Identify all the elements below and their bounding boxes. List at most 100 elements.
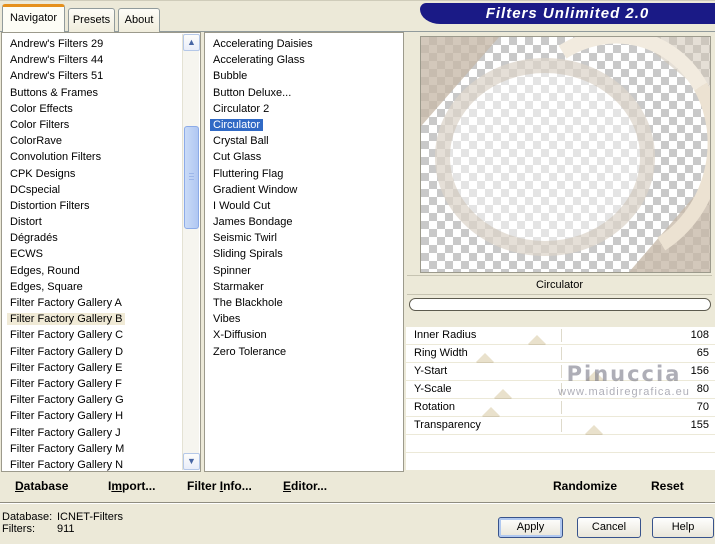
list-item[interactable]: Sliding Spirals	[205, 246, 403, 262]
scrollbar-thumb[interactable]	[184, 126, 199, 229]
list-item[interactable]: Fluttering Flag	[205, 166, 403, 182]
parameter-sliders: Inner Radius 108 Ring Width 65 Y-Start 156 Y-S…	[406, 327, 715, 471]
list-item[interactable]: ColorRave	[2, 133, 200, 149]
filter-listbox: Accelerating Daisies Accelerating Glass Bu…	[204, 32, 404, 472]
apply-button[interactable]: Apply	[498, 517, 563, 538]
slider-value: 65	[696, 347, 709, 359]
import-button[interactable]: Import...	[108, 479, 155, 493]
filter-list: Accelerating Daisies Accelerating Glass Bu…	[205, 33, 403, 360]
slider-center-tick	[560, 401, 562, 414]
filter-info-button[interactable]: Filter Info...	[187, 479, 252, 493]
slider-label: Transparency	[414, 419, 481, 431]
slider-row[interactable]: Y-Start 156	[406, 363, 715, 380]
list-item[interactable]: Filter Factory Gallery D	[2, 344, 200, 360]
category-list: Andrew's Filters 29 Andrew's Filters 44 An…	[2, 33, 200, 471]
list-item[interactable]: Convolution Filters	[2, 149, 200, 165]
database-button[interactable]: Database	[15, 479, 68, 493]
list-item[interactable]: CPK Designs	[2, 166, 200, 182]
reset-button[interactable]: Reset	[651, 479, 684, 493]
cancel-button[interactable]: Cancel	[577, 517, 641, 538]
slider-handle-icon[interactable]	[493, 389, 512, 398]
list-item[interactable]: Circulator	[205, 117, 403, 133]
list-item[interactable]: Filter Factory Gallery B	[2, 311, 200, 327]
list-item[interactable]: Color Effects	[2, 101, 200, 117]
list-item[interactable]: Starmaker	[205, 279, 403, 295]
slider-label: Ring Width	[414, 347, 468, 359]
list-item[interactable]: Accelerating Daisies	[205, 36, 403, 52]
list-item[interactable]: Distort	[2, 214, 200, 230]
list-item[interactable]: Circulator 2	[205, 101, 403, 117]
editor-button[interactable]: Editor...	[283, 479, 327, 493]
slider-center-tick	[560, 329, 562, 342]
list-item[interactable]: Andrew's Filters 44	[2, 52, 200, 68]
slider-value: 80	[696, 383, 709, 395]
list-item[interactable]: Filter Factory Gallery F	[2, 376, 200, 392]
list-item[interactable]: Andrew's Filters 29	[2, 36, 200, 52]
status-database-label: Database:	[2, 511, 53, 523]
slider-row[interactable]: Y-Scale 80	[406, 381, 715, 398]
list-item[interactable]: X-Diffusion	[205, 327, 403, 343]
list-item[interactable]: The Blackhole	[205, 295, 403, 311]
tab-about[interactable]: About	[118, 8, 160, 32]
list-item[interactable]: Vibes	[205, 311, 403, 327]
slider-value: 156	[690, 365, 709, 377]
list-item[interactable]: Filter Factory Gallery H	[2, 408, 200, 424]
category-listbox: Andrew's Filters 29 Andrew's Filters 44 An…	[1, 32, 201, 472]
list-item[interactable]: Filter Factory Gallery J	[2, 425, 200, 441]
list-item[interactable]: I Would Cut	[205, 198, 403, 214]
list-item[interactable]: Edges, Round	[2, 263, 200, 279]
list-item[interactable]: DCspecial	[2, 182, 200, 198]
list-item[interactable]: Seismic Twirl	[205, 230, 403, 246]
list-item[interactable]: Cut Glass	[205, 149, 403, 165]
list-item[interactable]: Spinner	[205, 263, 403, 279]
list-item[interactable]: Filter Factory Gallery G	[2, 392, 200, 408]
help-button[interactable]: Help	[652, 517, 714, 538]
list-item[interactable]: Button Deluxe...	[205, 85, 403, 101]
slider-row-empty	[406, 435, 715, 452]
slider-row[interactable]: Rotation 70	[406, 399, 715, 416]
list-item[interactable]: Andrew's Filters 51	[2, 68, 200, 84]
list-item[interactable]: Edges, Square	[2, 279, 200, 295]
slider-value: 108	[690, 329, 709, 341]
randomize-button[interactable]: Randomize	[553, 479, 617, 493]
list-item[interactable]: Filter Factory Gallery E	[2, 360, 200, 376]
list-item[interactable]: Filter Factory Gallery N	[2, 457, 200, 471]
list-item[interactable]: Distortion Filters	[2, 198, 200, 214]
list-item[interactable]: James Bondage	[205, 214, 403, 230]
filters-unlimited-dialog: Navigator Presets About Filters Unlimite…	[0, 0, 715, 544]
slider-handle-icon[interactable]	[584, 425, 603, 434]
slider-handle-icon[interactable]	[527, 335, 546, 344]
list-item[interactable]: Gradient Window	[205, 182, 403, 198]
list-item[interactable]: Bubble	[205, 68, 403, 84]
app-title-banner: Filters Unlimited 2.0	[420, 3, 715, 24]
slider-row[interactable]: Ring Width 65	[406, 345, 715, 362]
slider-row[interactable]: Transparency 155	[406, 417, 715, 434]
app-title: Filters Unlimited 2.0	[485, 5, 650, 22]
list-item[interactable]: Accelerating Glass	[205, 52, 403, 68]
slider-row[interactable]: Inner Radius 108	[406, 327, 715, 344]
list-item[interactable]: Filter Factory Gallery A	[2, 295, 200, 311]
slider-label: Y-Start	[414, 365, 448, 377]
tab-presets[interactable]: Presets	[68, 8, 115, 32]
list-item[interactable]: Dégradés	[2, 230, 200, 246]
scroll-down-icon[interactable]: ▼	[183, 453, 200, 470]
list-item[interactable]: Zero Tolerance	[205, 344, 403, 360]
status-database-value: ICNET-Filters	[57, 511, 123, 523]
slider-label: Inner Radius	[414, 329, 477, 341]
list-item[interactable]: Color Filters	[2, 117, 200, 133]
list-item[interactable]: Buttons & Frames	[2, 85, 200, 101]
slider-handle-icon[interactable]	[481, 407, 500, 416]
slider-center-tick	[560, 383, 562, 396]
list-item[interactable]: Crystal Ball	[205, 133, 403, 149]
list-item[interactable]: ECWS	[2, 246, 200, 262]
selected-filter-caption: Circulator	[407, 275, 712, 295]
list-item[interactable]: Filter Factory Gallery C	[2, 327, 200, 343]
tab-navigator[interactable]: Navigator	[2, 4, 65, 32]
list-item[interactable]: Filter Factory Gallery M	[2, 441, 200, 457]
slider-value: 155	[690, 419, 709, 431]
scroll-up-icon[interactable]: ▲	[183, 34, 200, 51]
slider-handle-icon[interactable]	[586, 371, 605, 380]
category-scrollbar[interactable]: ▲ ▼	[182, 34, 200, 470]
slider-handle-icon[interactable]	[475, 353, 494, 362]
filter-preview-image	[420, 36, 711, 273]
